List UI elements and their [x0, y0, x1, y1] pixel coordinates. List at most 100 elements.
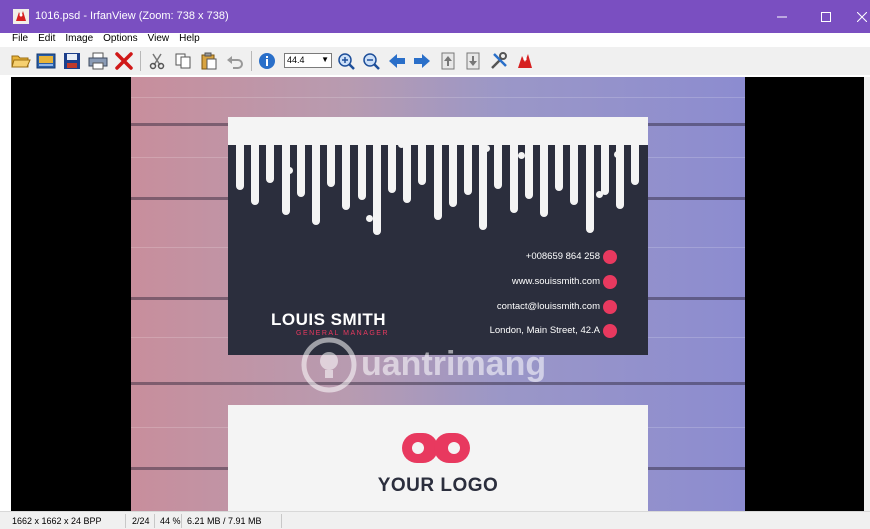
logo-text: YOUR LOGO	[377, 475, 499, 496]
first-page-button[interactable]	[437, 50, 459, 72]
copy-icon	[175, 53, 191, 69]
phone-icon	[603, 275, 617, 289]
undo-button[interactable]	[224, 50, 246, 72]
drip-dot	[366, 215, 373, 222]
menu-edit[interactable]: Edit	[33, 33, 60, 47]
drip-stripe	[418, 145, 427, 185]
zoom-out-icon	[363, 53, 380, 70]
delete-button[interactable]	[113, 50, 135, 72]
status-separator	[125, 514, 126, 528]
irfanview-logo-icon	[518, 54, 532, 68]
drip-stripe	[342, 145, 351, 210]
card-name: LOUIS SMITH	[271, 310, 387, 329]
drip-stripe	[600, 145, 609, 195]
toolbar-separator	[140, 51, 141, 71]
drip-dot	[483, 145, 490, 152]
drip-stripe	[631, 145, 640, 185]
watermark: uantrimang	[301, 335, 601, 395]
status-separator	[181, 514, 182, 528]
drip-dot	[398, 141, 405, 148]
print-icon	[88, 52, 108, 70]
drip-stripe	[509, 145, 518, 213]
drip-stripe	[236, 145, 244, 190]
viewer-left-margin	[0, 77, 11, 511]
save-button[interactable]	[61, 50, 83, 72]
drip-stripe	[403, 145, 412, 203]
vertical-scrollbar[interactable]	[864, 77, 870, 511]
window-title: 1016.psd - IrfanView (Zoom: 738 x 738)	[35, 10, 229, 22]
mail-icon	[603, 300, 617, 314]
zoom-in-button[interactable]	[335, 50, 357, 72]
undo-icon	[227, 56, 243, 69]
chevron-down-icon: ▼	[321, 55, 329, 64]
wood-grain	[131, 97, 745, 98]
drip-stripe	[266, 145, 275, 183]
previous-icon	[389, 54, 405, 68]
drip-stripe	[448, 145, 457, 207]
contact-phone: +008659 864 258	[525, 251, 600, 262]
last-page-icon	[466, 52, 480, 70]
minimize-button[interactable]	[760, 0, 804, 33]
info-icon	[259, 53, 275, 69]
last-page-button[interactable]	[462, 50, 484, 72]
zoom-value: 44.4	[287, 55, 305, 65]
menu-options[interactable]: Options	[98, 33, 142, 47]
drip-dot	[306, 137, 313, 144]
settings-icon	[491, 52, 507, 69]
cut-button[interactable]	[146, 50, 168, 72]
drip-stripe	[585, 145, 594, 233]
status-dimensions: 1662 x 1662 x 24 BPP	[12, 516, 102, 526]
drip-stripe	[372, 145, 381, 235]
drip-dot	[286, 167, 293, 174]
contact-email: contact@louissmith.com	[496, 301, 600, 312]
slideshow-icon	[36, 53, 56, 69]
menu-image[interactable]: Image	[60, 33, 98, 47]
business-card-back: YOUR LOGO	[228, 405, 648, 511]
drip-dot	[596, 191, 603, 198]
toolbar-separator	[251, 51, 252, 71]
drip-stripe	[464, 145, 472, 195]
menu-help[interactable]: Help	[174, 33, 205, 47]
status-bar: 1662 x 1662 x 24 BPP 2/24 44 % 6.21 MB /…	[0, 511, 870, 529]
drip-stripe	[555, 145, 564, 191]
zoom-in-icon	[338, 53, 355, 70]
previous-button[interactable]	[386, 50, 408, 72]
settings-button[interactable]	[488, 50, 510, 72]
drip-stripe	[327, 145, 336, 187]
drip-stripe	[433, 145, 442, 220]
menu-file[interactable]: File	[0, 33, 33, 47]
info-button[interactable]	[256, 50, 278, 72]
close-button[interactable]	[840, 0, 870, 33]
drip-stripe	[524, 145, 533, 199]
image-viewer[interactable]: LOUIS SMITH GENERAL MANAGER +008659 864 …	[11, 77, 864, 511]
globe-icon	[603, 250, 617, 264]
slideshow-button[interactable]	[35, 50, 57, 72]
location-icon	[603, 324, 617, 338]
paste-button[interactable]	[198, 50, 220, 72]
drip-stripe	[281, 145, 290, 215]
displayed-image: LOUIS SMITH GENERAL MANAGER +008659 864 …	[131, 77, 745, 511]
drip-stripe	[479, 145, 488, 230]
print-button[interactable]	[87, 50, 109, 72]
status-zoom: 44 %	[160, 516, 181, 526]
open-button[interactable]	[10, 50, 32, 72]
drip-dot	[518, 152, 525, 159]
minimize-icon	[777, 16, 787, 17]
drip-stripe	[494, 145, 503, 189]
drip-stripe	[357, 145, 366, 200]
zoom-out-button[interactable]	[360, 50, 382, 72]
copy-button[interactable]	[172, 50, 194, 72]
title-bar: 1016.psd - IrfanView (Zoom: 738 x 738)	[0, 0, 870, 33]
status-separator	[281, 514, 282, 528]
save-icon	[64, 53, 80, 69]
irfanview-logo-button[interactable]	[514, 50, 536, 72]
watermark-text: uantrimang	[361, 345, 547, 383]
next-button[interactable]	[411, 50, 433, 72]
zoom-select[interactable]: 44.4 ▼	[284, 53, 332, 68]
irfanview-app-icon	[13, 9, 29, 24]
next-icon	[414, 54, 430, 68]
open-icon	[11, 55, 31, 68]
status-page: 2/24	[132, 516, 150, 526]
chain-logo-icon	[402, 433, 470, 463]
menu-view[interactable]: View	[143, 33, 175, 47]
